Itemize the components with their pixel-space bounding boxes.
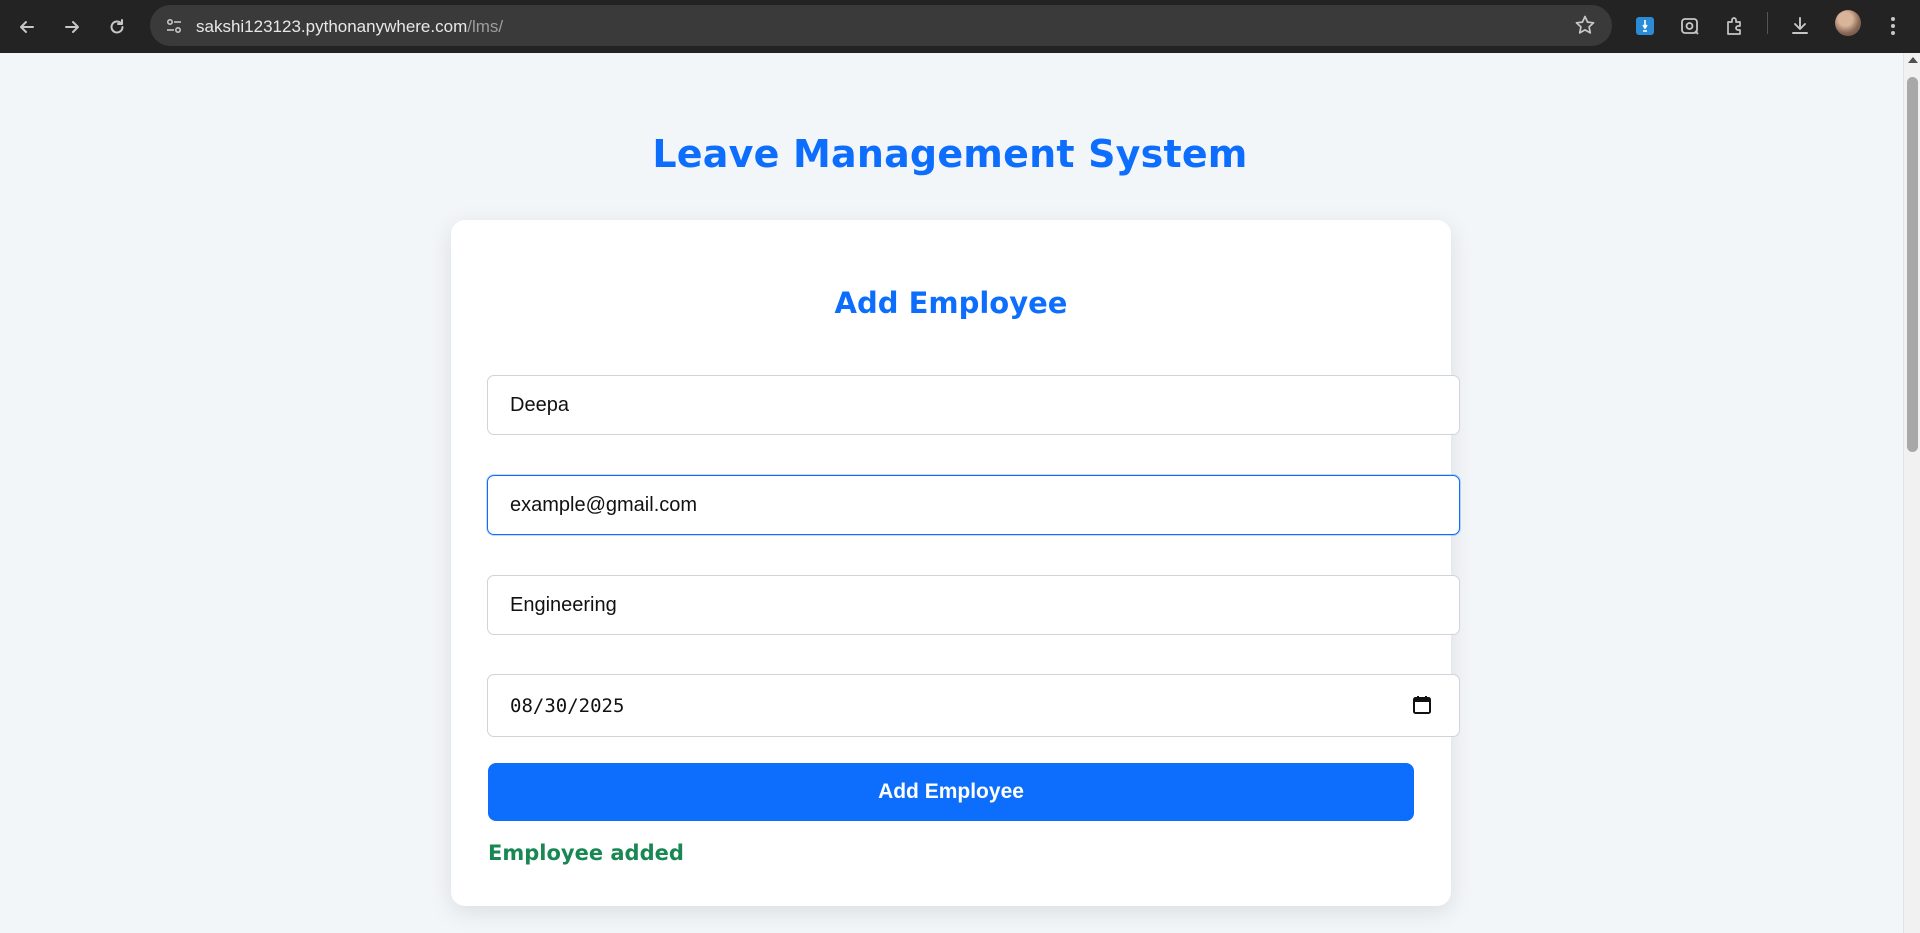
arrow-right-icon [65, 21, 79, 33]
name-input[interactable] [487, 375, 1460, 435]
toolbar-divider [1767, 12, 1768, 34]
calendar-icon[interactable] [1411, 694, 1433, 716]
scroll-thumb[interactable] [1907, 77, 1918, 452]
form-title: Add Employee [834, 286, 1068, 320]
department-input[interactable] [487, 575, 1460, 635]
profile-avatar[interactable] [1835, 10, 1861, 36]
forward-button[interactable] [55, 10, 89, 44]
url-host: sakshi123123.pythonanywhere.com [196, 17, 468, 36]
address-bar[interactable]: sakshi123123.pythonanywhere.com/lms/ [150, 5, 1612, 46]
url-text[interactable]: sakshi123123.pythonanywhere.com/lms/ [196, 17, 503, 37]
scroll-up-arrow-icon[interactable] [1908, 57, 1918, 63]
url-path: /lms/ [467, 17, 504, 36]
page-title: Leave Management System [652, 132, 1248, 176]
downloads-icon[interactable] [1783, 9, 1817, 43]
screen-capture-icon[interactable] [1673, 9, 1707, 43]
extension-icon[interactable] [1628, 9, 1662, 43]
more-menu-icon[interactable] [1876, 9, 1910, 43]
page-scrollbar[interactable] [1903, 53, 1920, 933]
site-settings-icon[interactable] [162, 14, 186, 38]
extensions-puzzle-icon[interactable] [1718, 9, 1752, 43]
back-button[interactable] [10, 10, 44, 44]
reload-icon [110, 19, 124, 34]
bookmark-star-icon[interactable] [1574, 14, 1596, 41]
join-date-input[interactable]: 08/30/2025 [487, 674, 1460, 737]
reload-button[interactable] [100, 10, 134, 44]
add-employee-button[interactable]: Add Employee [488, 763, 1414, 821]
date-value: 08/30/2025 [510, 695, 625, 717]
browser-toolbar: sakshi123123.pythonanywhere.com/lms/ [0, 0, 1920, 53]
add-employee-card: Add Employee 08/30/2025 Add Employee Emp… [451, 220, 1460, 906]
email-input[interactable] [487, 475, 1460, 535]
status-message: Employee added [488, 841, 684, 865]
arrow-left-icon [20, 21, 34, 33]
